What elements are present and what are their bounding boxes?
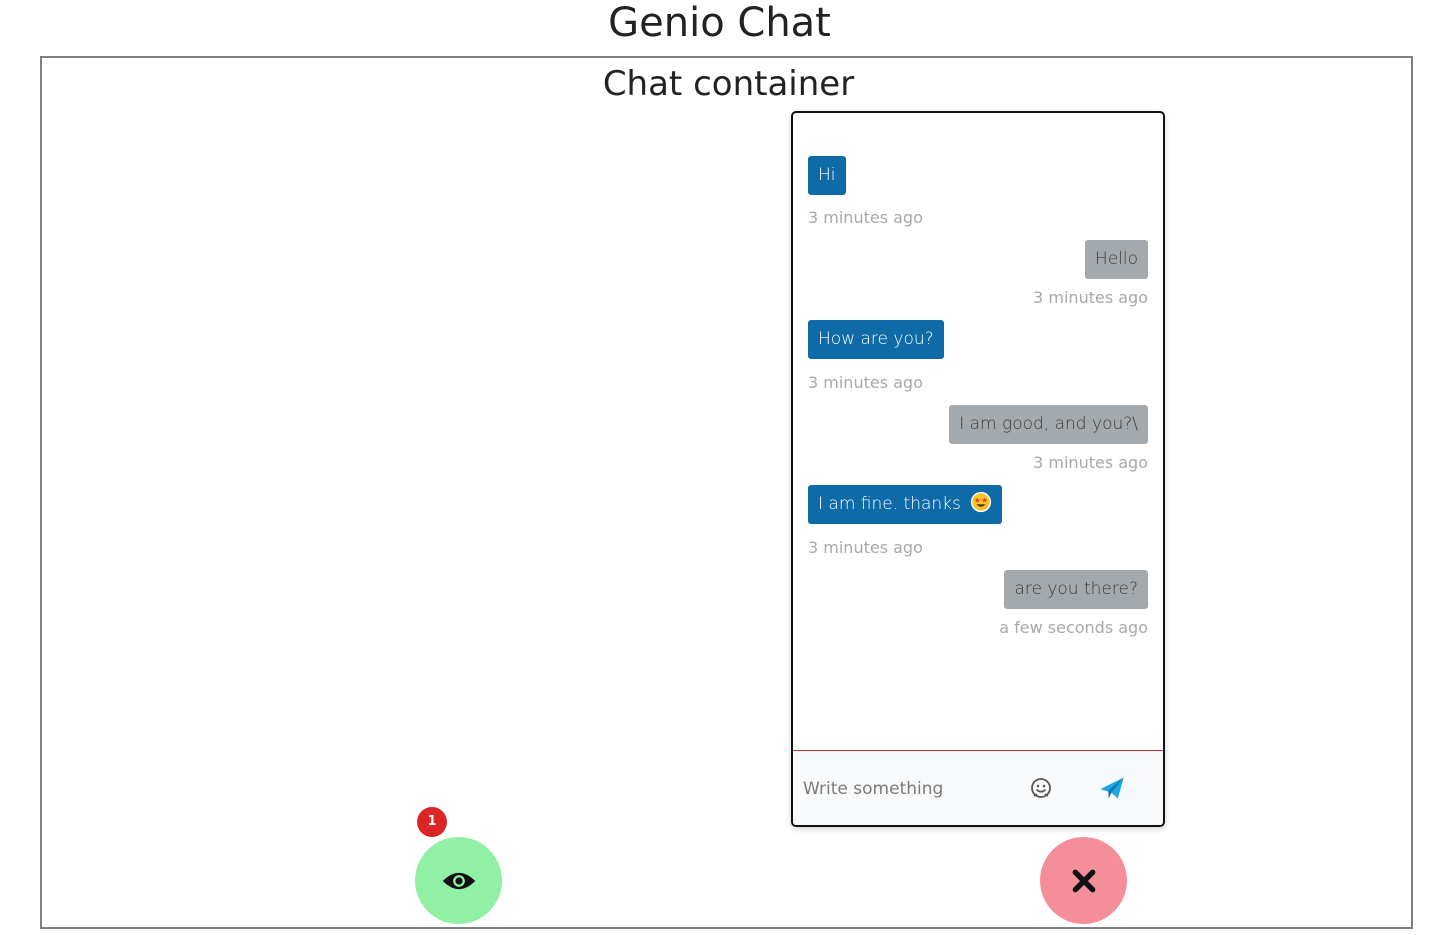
chat-window: Hi 3 minutes ago Hello 3 minutes ago How… — [791, 111, 1165, 827]
message-input-bar — [793, 750, 1163, 825]
paper-plane-icon[interactable] — [1098, 774, 1126, 802]
message-input[interactable] — [801, 771, 1015, 807]
chat-container-title: Chat container — [602, 64, 855, 104]
message-timestamp: 3 minutes ago — [808, 208, 923, 227]
message-text: are you there? — [1014, 579, 1138, 599]
smiley-icon[interactable] — [1029, 776, 1053, 800]
message-bubble-sent: I am fine. thanks — [808, 485, 1003, 524]
message-timestamp: 3 minutes ago — [808, 373, 923, 392]
message-list: Hi 3 minutes ago Hello 3 minutes ago How… — [793, 113, 1163, 749]
message-text: Hi — [818, 165, 836, 185]
message-bubble-received: I am good, and you?\ — [949, 405, 1148, 444]
star-struck-emoji-icon — [971, 491, 992, 513]
message-timestamp: 3 minutes ago — [1033, 453, 1148, 472]
message-text: How are you? — [818, 329, 934, 349]
message-timestamp: a few seconds ago — [999, 618, 1148, 637]
chat-container: Chat container Hi 3 minutes ago Hello 3 … — [40, 56, 1413, 929]
message-bubble-received: Hello — [1084, 240, 1148, 279]
message-text: I am good, and you?\ — [959, 414, 1138, 434]
close-icon — [1072, 869, 1096, 893]
notification-badge: 1 — [417, 807, 447, 837]
view-chat-button[interactable] — [415, 837, 502, 924]
message-text: Hello — [1094, 249, 1138, 269]
message-timestamp: 3 minutes ago — [808, 538, 923, 557]
close-chat-button[interactable] — [1040, 837, 1127, 924]
message-text: I am fine. thanks — [818, 494, 961, 514]
page-title: Genio Chat — [608, 0, 831, 46]
eye-icon — [442, 872, 476, 890]
message-bubble-sent: Hi — [808, 156, 846, 195]
message-bubble-sent: How are you? — [808, 320, 944, 359]
message-bubble-received: are you there? — [1004, 570, 1148, 609]
message-timestamp: 3 minutes ago — [1033, 288, 1148, 307]
